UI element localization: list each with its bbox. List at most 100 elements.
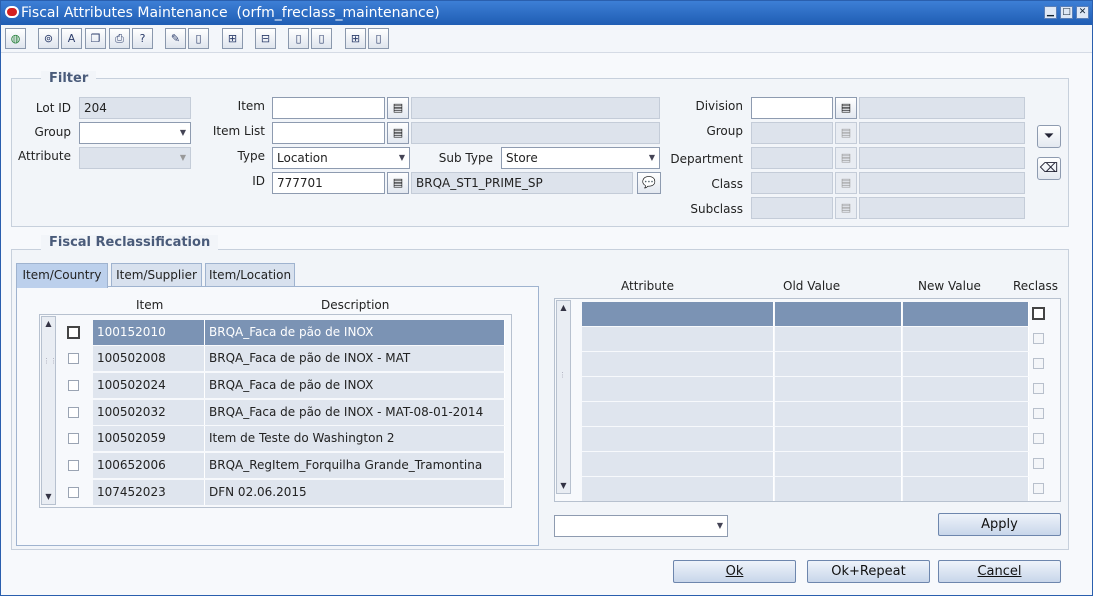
attribute-row[interactable] [582,402,1058,426]
reclass-checkbox[interactable] [1033,333,1044,344]
attribute-cell[interactable] [582,452,774,476]
chevron-down-icon[interactable]: ▼ [713,516,727,536]
reclass-checkbox[interactable] [1033,408,1044,419]
tree-alt-icon[interactable]: ⊟ [255,28,276,49]
tree-icon[interactable]: ⊞ [222,28,243,49]
comment-icon[interactable]: 💬 [637,172,661,194]
row-checkbox[interactable] [68,407,79,418]
new-value-cell[interactable] [903,377,1029,401]
attribute-select[interactable]: ▼ [79,147,191,169]
ok-repeat-button[interactable]: Ok+Repeat [807,560,930,583]
reclass-checkbox[interactable] [1033,358,1044,369]
row-checkbox[interactable] [68,460,79,471]
reclass-checkbox[interactable] [1032,307,1045,320]
item-list-lov-icon[interactable]: ▤ [387,122,409,144]
attribute-cell[interactable] [582,327,774,351]
attribute-row[interactable] [582,377,1058,401]
row-checkbox[interactable] [68,433,79,444]
save-icon[interactable]: ⊚ [38,28,59,49]
globe-icon[interactable]: ◍ [5,28,26,49]
doc-alt-icon[interactable]: ▯ [311,28,332,49]
table-row[interactable]: 107452023 DFN 02.06.2015 [51,480,505,505]
table-row[interactable]: 100502008 BRQA_Faca de pão de INOX - MAT [51,346,505,371]
attribute-cell[interactable] [582,352,774,376]
eraser-icon[interactable]: ⌫ [1037,157,1061,180]
tab-item-supplier[interactable]: Item/Supplier [111,263,202,287]
print-icon[interactable]: ⎙ [109,28,130,49]
new-value-cell[interactable] [903,352,1029,376]
chevron-down-icon[interactable]: ▼ [395,148,409,168]
close-icon[interactable]: ✕ [1076,6,1089,19]
attribute-cell[interactable] [582,477,774,501]
attribute-cell[interactable] [582,377,774,401]
old-value-cell[interactable] [775,477,902,501]
ok-button[interactable]: Ok [673,560,796,583]
table-row[interactable]: 100152010 BRQA_Faca de pão de INOX [51,320,505,345]
row-checkbox[interactable] [68,380,79,391]
old-value-cell[interactable] [775,352,902,376]
row-checkbox[interactable] [67,326,80,339]
attribute-cell[interactable] [582,402,774,426]
group-select[interactable]: ▼ [79,122,191,144]
attribute-row[interactable] [582,352,1058,376]
apply-button[interactable]: Apply [938,513,1061,536]
attribute-row[interactable] [582,452,1058,476]
new-value-cell[interactable] [903,452,1029,476]
help-icon[interactable]: ? [132,28,153,49]
old-value-cell[interactable] [775,452,902,476]
copy-icon[interactable]: ❐ [85,28,106,49]
scroll-grip-icon[interactable]: ⋮ [559,371,569,411]
table-row[interactable]: 100502032 BRQA_Faca de pão de INOX - MAT… [51,400,505,425]
attribute-cell[interactable] [582,427,774,451]
table-row[interactable]: 100652006 BRQA_RegItem_Forquilha Grande_… [51,453,505,478]
chevron-down-icon[interactable]: ▼ [176,123,190,143]
division-field[interactable] [751,97,833,119]
tree-doc-icon[interactable]: ⊞ [345,28,366,49]
filter-icon[interactable]: ⏷ [1037,125,1061,148]
old-value-cell[interactable] [775,302,902,326]
new-value-cell[interactable] [903,327,1029,351]
row-checkbox[interactable] [68,353,79,364]
row-checkbox[interactable] [68,487,79,498]
tab-item-country[interactable]: Item/Country [16,263,108,288]
id-field[interactable]: 777701 [272,172,385,194]
new-doc-icon[interactable]: ▯ [188,28,209,49]
item-lov-icon[interactable]: ▤ [387,97,409,119]
division-lov-icon[interactable]: ▤ [835,97,857,119]
chevron-down-icon[interactable]: ▼ [645,148,659,168]
table-row[interactable]: 100502024 BRQA_Faca de pão de INOX [51,373,505,398]
attribute-cell[interactable] [582,302,774,326]
item-field[interactable] [272,97,385,119]
new-value-cell[interactable] [903,302,1029,326]
item-list-field[interactable] [272,122,385,144]
attribute-row[interactable] [582,327,1058,351]
scroll-up-icon[interactable]: ▲ [557,301,570,315]
reclass-checkbox[interactable] [1033,383,1044,394]
doc-new-icon[interactable]: ▯ [368,28,389,49]
attribute-row[interactable] [582,427,1058,451]
old-value-cell[interactable] [775,402,902,426]
id-lov-icon[interactable]: ▤ [387,172,409,194]
sub-type-select[interactable]: Store ▼ [501,147,660,169]
new-value-cell[interactable] [903,402,1029,426]
minimize-icon[interactable]: ▁ [1044,6,1057,19]
attribute-action-select[interactable]: ▼ [554,515,728,537]
attribute-row[interactable] [582,302,1058,326]
new-value-cell[interactable] [903,477,1029,501]
new-value-cell[interactable] [903,427,1029,451]
reclass-checkbox[interactable] [1033,483,1044,494]
attributes-scrollbar[interactable]: ▲ ⋮ ▼ [556,300,571,494]
spellcheck-icon[interactable]: A [61,28,82,49]
maximize-icon[interactable]: □ [1060,6,1073,19]
type-select[interactable]: Location ▼ [272,147,410,169]
old-value-cell[interactable] [775,427,902,451]
old-value-cell[interactable] [775,377,902,401]
tab-item-location[interactable]: Item/Location [205,263,295,287]
doc-icon[interactable]: ▯ [288,28,309,49]
edit-icon[interactable]: ✎ [165,28,186,49]
scroll-down-icon[interactable]: ▼ [557,479,570,493]
table-row[interactable]: 100502059 Item de Teste do Washington 2 [51,426,505,451]
old-value-cell[interactable] [775,327,902,351]
attribute-row[interactable] [582,477,1058,501]
reclass-checkbox[interactable] [1033,433,1044,444]
